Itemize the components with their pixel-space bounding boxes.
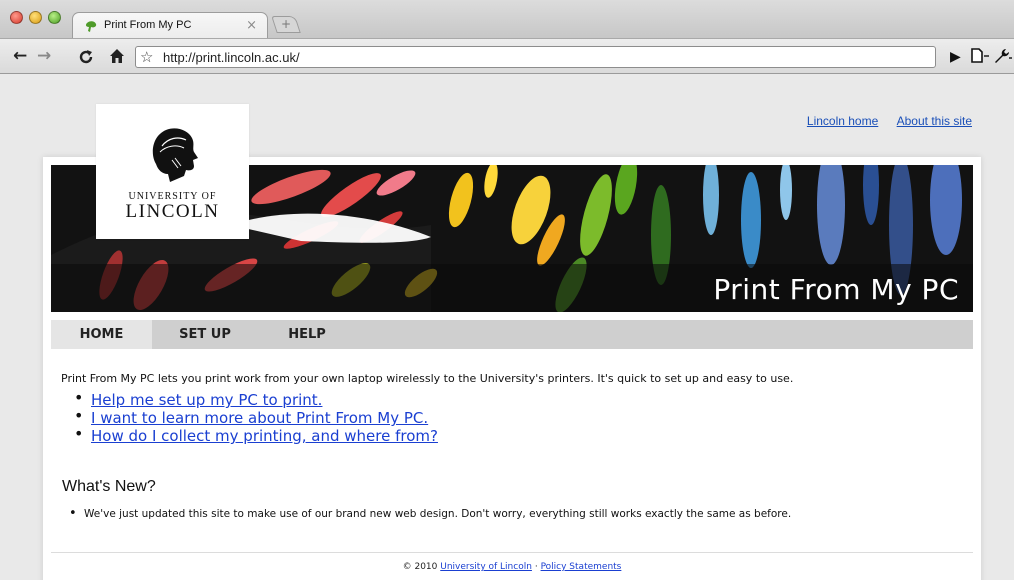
top-links: Lincoln home About this site <box>792 114 972 128</box>
menu-tab-help[interactable]: HELP <box>258 320 356 349</box>
page-menu-icon[interactable] <box>970 48 990 64</box>
footer: © 2010 University of Lincoln · Policy St… <box>43 562 981 572</box>
logo-line2: LINCOLN <box>125 201 220 222</box>
close-tab-icon[interactable]: × <box>246 18 257 33</box>
home-icon[interactable] <box>109 48 125 64</box>
help-links-list: Help me set up my PC to print. I want to… <box>70 388 438 445</box>
url-bar[interactable]: ☆ http://print.lincoln.ac.uk/ <box>135 46 936 68</box>
play-icon[interactable]: ▶ <box>950 49 961 65</box>
intro-text: Print From My PC lets you print work fro… <box>61 372 794 385</box>
whats-new-heading: What's New? <box>62 478 156 495</box>
university-link[interactable]: University of Lincoln <box>440 562 532 572</box>
policy-link[interactable]: Policy Statements <box>541 562 622 572</box>
bookmark-star-icon[interactable]: ☆ <box>140 48 153 66</box>
footer-divider <box>51 552 973 553</box>
reload-icon[interactable] <box>78 49 94 65</box>
learn-more-link[interactable]: I want to learn more about Print From My… <box>91 409 428 427</box>
lincoln-home-link[interactable]: Lincoln home <box>807 114 878 128</box>
copyright-text: © 2010 <box>402 562 438 572</box>
zoom-window-button[interactable] <box>48 11 61 24</box>
browser-toolbar: ← → ☆ http://print.lincoln.ac.uk/ ▶ <box>0 38 1014 74</box>
menu-tab-home[interactable]: HOME <box>51 320 152 349</box>
setup-pc-link[interactable]: Help me set up my PC to print. <box>91 391 322 409</box>
about-site-link[interactable]: About this site <box>897 114 972 128</box>
browser-tab[interactable]: Print From My PC × <box>72 12 268 39</box>
minerva-head-icon <box>152 128 198 182</box>
wrench-icon[interactable] <box>993 48 1013 64</box>
news-item: We've just updated this site to make use… <box>69 506 791 521</box>
plus-icon: + <box>280 17 292 31</box>
favicon-icon <box>85 21 97 32</box>
new-tab-button[interactable]: + <box>271 16 301 33</box>
news-list: We've just updated this site to make use… <box>69 506 791 521</box>
menu-tab-setup[interactable]: SET UP <box>152 320 258 349</box>
banner-title: Print From My PC <box>713 273 959 306</box>
web-page: Lincoln home About this site Print From … <box>0 75 1014 580</box>
collect-printing-link[interactable]: How do I collect my printing, and where … <box>91 427 438 445</box>
tab-title: Print From My PC <box>104 19 192 31</box>
forward-icon[interactable]: → <box>37 47 51 65</box>
browser-titlebar: Print From My PC × + <box>0 0 1014 39</box>
list-item: Help me set up my PC to print. <box>70 388 438 409</box>
footer-separator: · <box>534 562 538 572</box>
close-window-button[interactable] <box>10 11 23 24</box>
main-menu: HOME SET UP HELP <box>51 320 973 349</box>
list-item: I want to learn more about Print From My… <box>70 406 438 427</box>
university-logo[interactable]: UNIVERSITY OF LINCOLN <box>96 104 249 239</box>
list-item: How do I collect my printing, and where … <box>70 424 438 445</box>
url-text[interactable]: http://print.lincoln.ac.uk/ <box>163 50 300 65</box>
back-icon[interactable]: ← <box>13 47 27 65</box>
minimize-window-button[interactable] <box>29 11 42 24</box>
